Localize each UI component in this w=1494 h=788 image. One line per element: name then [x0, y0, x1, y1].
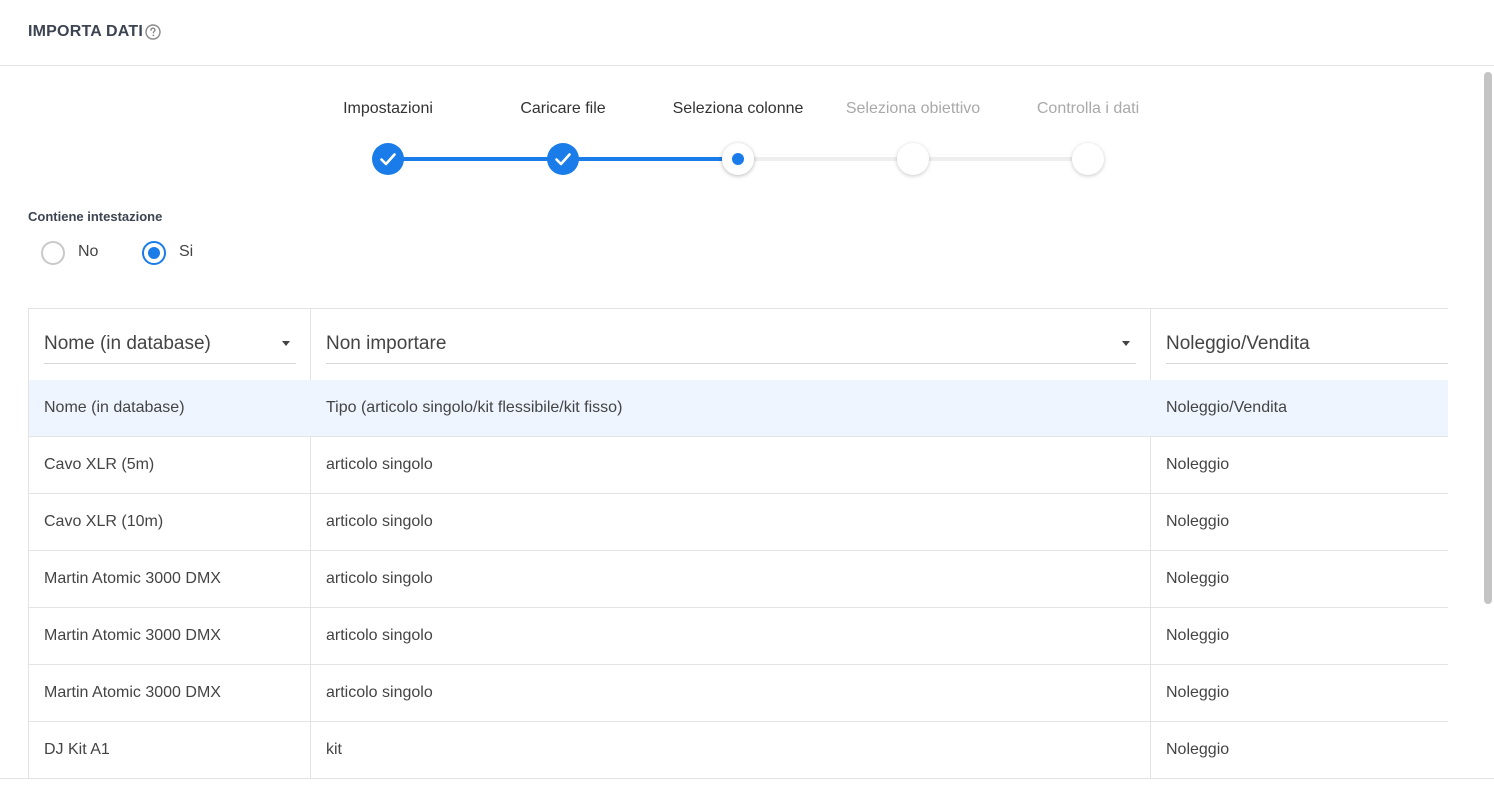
step-node-controlla-dati — [1072, 143, 1104, 175]
page-header: IMPORTA DATI — [0, 0, 1494, 66]
stepper-track-3 — [738, 157, 913, 161]
column-select-value: Noleggio/Vendita — [1166, 333, 1310, 354]
import-preview-table: Nome (in database) Non importare Noleggi… — [28, 308, 1448, 779]
column-select-value: Nome (in database) — [44, 333, 211, 354]
table-cell: Noleggio — [1166, 456, 1230, 473]
table-cell: Nome (in database) — [44, 399, 185, 416]
column-select-1[interactable]: Nome (in database) — [44, 309, 296, 380]
table-cell: Martin Atomic 3000 DMX — [44, 627, 221, 644]
step-node-seleziona-colonne[interactable] — [722, 143, 754, 175]
step-label-caricare-file[interactable]: Caricare file — [520, 100, 605, 118]
stepper-track-4 — [913, 157, 1088, 161]
table-cell: articolo singolo — [326, 456, 433, 473]
table-cell: Noleggio — [1166, 513, 1230, 530]
radio-no-label[interactable]: No — [78, 243, 98, 261]
table-cell: kit — [326, 741, 342, 758]
page-title: IMPORTA DATI — [28, 23, 143, 40]
table-cell: Noleggio — [1166, 627, 1230, 644]
table-cell: Cavo XLR (10m) — [44, 513, 164, 530]
check-icon — [555, 153, 571, 166]
table-cell: DJ Kit A1 — [44, 741, 110, 758]
table-row-header: Nome (in database) Tipo (articolo singol… — [29, 380, 1448, 437]
step-label-seleziona-colonne[interactable]: Seleziona colonne — [673, 100, 804, 118]
select-underline — [44, 363, 296, 364]
column-select-3[interactable]: Noleggio/Vendita — [1166, 309, 1448, 380]
table-cell: Noleggio — [1166, 570, 1230, 587]
radio-si-label[interactable]: Si — [179, 243, 193, 261]
table-cell: Noleggio/Vendita — [1166, 399, 1287, 416]
check-icon — [380, 153, 396, 166]
stepper-track-2 — [563, 157, 738, 161]
table-cell: articolo singolo — [326, 627, 433, 644]
table-row: DJ Kit A1 kit Noleggio — [29, 722, 1448, 779]
table-row: Martin Atomic 3000 DMX articolo singolo … — [29, 608, 1448, 665]
table-cell: articolo singolo — [326, 684, 433, 701]
stepper-track-1 — [388, 157, 563, 161]
table-row: Martin Atomic 3000 DMX articolo singolo … — [29, 665, 1448, 722]
step-node-impostazioni[interactable] — [372, 143, 404, 175]
step-label-impostazioni[interactable]: Impostazioni — [343, 100, 433, 118]
select-underline — [1166, 363, 1448, 364]
vertical-scrollbar[interactable] — [1484, 72, 1492, 604]
select-underline — [326, 363, 1136, 364]
table-cell: Martin Atomic 3000 DMX — [44, 684, 221, 701]
table-cell: Cavo XLR (5m) — [44, 456, 155, 473]
table-row: Martin Atomic 3000 DMX articolo singolo … — [29, 551, 1448, 608]
contains-header-label: Contiene intestazione — [28, 209, 163, 224]
table-row: Cavo XLR (5m) articolo singolo Noleggio — [29, 437, 1448, 494]
table-cell: Tipo (articolo singolo/kit flessibile/ki… — [326, 399, 623, 416]
help-icon[interactable] — [145, 24, 161, 40]
step-label-controlla-dati: Controlla i dati — [1036, 100, 1140, 117]
table-cell: articolo singolo — [326, 513, 433, 530]
table-cell: Noleggio — [1166, 741, 1230, 758]
footer-divider — [0, 778, 1494, 779]
table-cell: articolo singolo — [326, 570, 433, 587]
caret-down-icon — [1122, 341, 1130, 346]
table-row: Cavo XLR (10m) articolo singolo Noleggio — [29, 494, 1448, 551]
step-label-seleziona-obiettivo: Seleziona obiettivo — [845, 100, 981, 117]
column-select-value: Non importare — [326, 333, 447, 354]
table-cell: Martin Atomic 3000 DMX — [44, 570, 221, 587]
step-node-seleziona-obiettivo — [897, 143, 929, 175]
radio-si[interactable] — [142, 241, 166, 265]
caret-down-icon — [282, 341, 290, 346]
radio-no[interactable] — [41, 241, 65, 265]
step-node-caricare-file[interactable] — [547, 143, 579, 175]
active-step-dot — [732, 153, 744, 165]
table-cell: Noleggio — [1166, 684, 1230, 701]
column-select-2[interactable]: Non importare — [326, 309, 1136, 380]
